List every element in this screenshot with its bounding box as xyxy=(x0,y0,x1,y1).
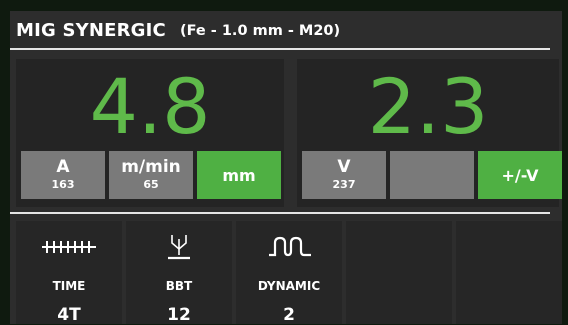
setting-tile-bbt[interactable]: BBT 12 xyxy=(126,221,232,325)
process-subtitle: (Fe - 1.0 mm - M20) xyxy=(179,22,341,39)
setting-dynamic-label: DYNAMIC xyxy=(257,279,321,293)
amps-button[interactable]: A 163 xyxy=(21,151,105,199)
wire-speed-value: 65 xyxy=(143,178,159,191)
pulse-train-icon xyxy=(16,231,122,263)
setting-tile-empty-2[interactable] xyxy=(456,221,562,324)
volts-label: V xyxy=(337,157,351,177)
volts-value: 237 xyxy=(332,178,356,191)
thickness-mm-button[interactable]: mm xyxy=(197,151,281,199)
welder-display: MIG SYNERGIC (Fe - 1.0 mm - M20) 4.8 A 1… xyxy=(10,11,562,325)
setting-dynamic-value: 2 xyxy=(283,305,295,325)
setting-tile-dynamic[interactable]: DYNAMIC 2 xyxy=(236,221,342,325)
header: MIG SYNERGIC (Fe - 1.0 mm - M20) xyxy=(10,11,562,50)
page-title: MIG SYNERGIC xyxy=(16,20,166,41)
setting-tile-time[interactable]: TIME 4T xyxy=(16,221,122,325)
wire-stickout-icon xyxy=(126,231,232,263)
section-divider xyxy=(10,212,550,214)
setting-tile-empty-1[interactable] xyxy=(346,221,452,324)
volts-button[interactable]: V 237 xyxy=(302,151,386,199)
voltage-correction-label: +/-V xyxy=(501,165,539,185)
setting-time-value: 4T xyxy=(57,305,81,325)
header-divider xyxy=(10,48,550,50)
amps-value: 163 xyxy=(51,178,75,191)
setting-bbt-label: BBT xyxy=(165,279,193,293)
thickness-mm-label: mm xyxy=(222,165,256,185)
setting-time-label: TIME xyxy=(52,279,86,293)
wire-speed-label: m/min xyxy=(121,157,181,177)
voltage-correction-button[interactable]: +/-V xyxy=(478,151,562,199)
wire-speed-button[interactable]: m/min 65 xyxy=(109,151,193,199)
amps-label: A xyxy=(56,157,70,177)
setting-bbt-value: 12 xyxy=(167,305,191,325)
dynamic-wave-icon xyxy=(236,231,342,263)
empty-button[interactable] xyxy=(390,151,474,199)
left-main-value: 4.8 xyxy=(89,62,211,151)
right-main-value: 2.3 xyxy=(367,62,489,151)
